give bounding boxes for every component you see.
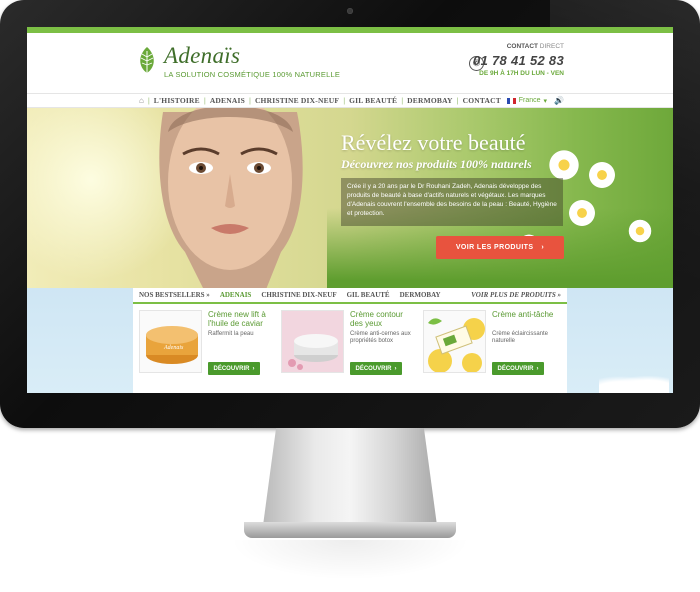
discover-label: DÉCOUVRIR — [497, 365, 534, 372]
hero-title: Révélez votre beauté — [341, 130, 526, 155]
home-icon[interactable]: ⌂ — [139, 96, 144, 105]
hero-subtitle: Découvrez nos produits 100% naturels — [341, 157, 532, 171]
see-more-products-link[interactable]: VOIR PLUS DE PRODUITS » — [471, 291, 561, 299]
nav-item-histoire[interactable]: L'HISTOIRE — [154, 96, 200, 105]
monitor-bezel: Adenaïs LA SOLUTION COSMÉTIQUE 100% NATU… — [0, 0, 700, 428]
daisy-flower-icon — [547, 148, 581, 182]
product-image-anti-stain-cream[interactable] — [423, 310, 486, 373]
product-image-eye-cream[interactable] — [281, 310, 344, 373]
daisy-flower-icon — [587, 160, 617, 190]
nav-separator: | — [147, 96, 150, 105]
leaf-logo-icon[interactable] — [138, 47, 156, 77]
site-header: Adenaïs LA SOLUTION COSMÉTIQUE 100% NATU… — [27, 33, 673, 93]
product-name[interactable]: Crème new lift à l'huile de caviar — [208, 310, 274, 328]
chevron-down-icon: ▾ — [543, 97, 548, 105]
product-description: Raffermit la peau — [208, 331, 254, 337]
daisy-flower-icon — [567, 198, 597, 228]
discover-button[interactable]: DÉCOUVRIR › — [350, 362, 402, 375]
contact-label-bold: CONTACT — [506, 43, 538, 50]
nav-item-contact[interactable]: CONTACT — [463, 96, 501, 105]
hero-banner: Révélez votre beauté Découvrez nos produ… — [27, 108, 673, 288]
phone-number[interactable]: 01 78 41 52 83 — [473, 53, 564, 68]
tab-bestsellers[interactable]: NOS BESTSELLERS » — [139, 291, 210, 299]
see-products-label: VOIR LES PRODUITS — [455, 244, 534, 251]
camera-dot — [347, 8, 353, 14]
monitor-stand — [262, 428, 438, 533]
brand-tagline: LA SOLUTION COSMÉTIQUE 100% NATURELLE — [164, 70, 341, 79]
brand-name[interactable]: Adenaïs — [164, 43, 240, 69]
nav-separator: | — [203, 96, 206, 105]
main-nav: ⌂ | L'HISTOIRE | ADENAIS | CHRISTINE DIX… — [27, 93, 673, 108]
opening-hours: DE 9H À 17H DU LUN - VEN — [479, 70, 564, 77]
nav-item-dermobay[interactable]: DERMOBAY — [407, 96, 453, 105]
cloud-decoration — [599, 373, 669, 393]
product-name[interactable]: Crème anti-tâche — [492, 310, 558, 319]
discover-button[interactable]: DÉCOUVRIR › — [208, 362, 260, 375]
discover-button[interactable]: DÉCOUVRIR › — [492, 362, 544, 375]
nav-separator: | — [343, 96, 346, 105]
bestsellers-panel: NOS BESTSELLERS » ADENAIS CHRISTINE DIX-… — [133, 288, 567, 393]
daisy-flower-icon — [627, 218, 653, 244]
speaker-icon[interactable]: 🔊 — [554, 96, 564, 105]
nav-item-christine[interactable]: CHRISTINE DIX-NEUF — [255, 96, 339, 105]
nav-separator: | — [248, 96, 251, 105]
tab-christine-dix-neuf[interactable]: CHRISTINE DIX-NEUF — [261, 291, 336, 299]
chevron-right-icon: › — [252, 365, 255, 372]
product-image-caviar-cream[interactable]: Adenais — [139, 310, 202, 373]
product-name[interactable]: Crème contour des yeux — [350, 310, 416, 328]
nav-separator: | — [456, 96, 459, 105]
product-description: Crème anti-cernes aux propriétés botox — [350, 331, 411, 344]
product-list: Adenais Crème new lift à l'huile de cavi… — [133, 304, 567, 390]
chevron-right-icon: › — [541, 244, 545, 251]
chevron-right-icon: › — [394, 365, 397, 372]
monitor-base — [244, 522, 456, 538]
france-flag-icon — [506, 97, 516, 104]
hero-description: Crée il y a 20 ans par le Dr Rouhani Zad… — [341, 178, 563, 226]
discover-label: DÉCOUVRIR — [355, 365, 392, 372]
floor-shadow — [230, 540, 470, 580]
product-card: Crème anti-tâche Crème éclaircissante na… — [423, 310, 555, 390]
bestsellers-tabs: NOS BESTSELLERS » ADENAIS CHRISTINE DIX-… — [133, 288, 567, 304]
tab-adenais[interactable]: ADENAIS — [220, 291, 252, 299]
product-card: Adenais Crème new lift à l'huile de cavi… — [139, 310, 271, 390]
nav-item-adenais[interactable]: ADENAIS — [210, 96, 245, 105]
bestsellers-section: NOS BESTSELLERS » ADENAIS CHRISTINE DIX-… — [27, 288, 673, 393]
model-portrait — [159, 108, 303, 288]
product-description: Crème éclaircissante naturelle — [492, 331, 549, 344]
svg-text:Adenais: Adenais — [163, 345, 184, 351]
contact-label: CONTACT DIRECT — [507, 43, 564, 50]
language-label: France — [518, 97, 541, 104]
see-products-button[interactable]: VOIR LES PRODUITS › — [436, 236, 564, 259]
tab-gil-beaute[interactable]: GIL BEAUTÉ — [347, 291, 390, 299]
nav-item-gil-beaute[interactable]: GIL BEAUTÉ — [349, 96, 397, 105]
language-selector[interactable]: France ▾ 🔊 — [506, 96, 564, 105]
tab-dermobay[interactable]: DERMOBAY — [400, 291, 441, 299]
discover-label: DÉCOUVRIR — [213, 365, 250, 372]
product-card: Crème contour des yeux Crème anti-cernes… — [281, 310, 413, 390]
screen: Adenaïs LA SOLUTION COSMÉTIQUE 100% NATU… — [27, 27, 673, 393]
contact-label-rest: DIRECT — [538, 43, 564, 50]
chevron-right-icon: › — [536, 365, 539, 372]
nav-separator: | — [401, 96, 404, 105]
